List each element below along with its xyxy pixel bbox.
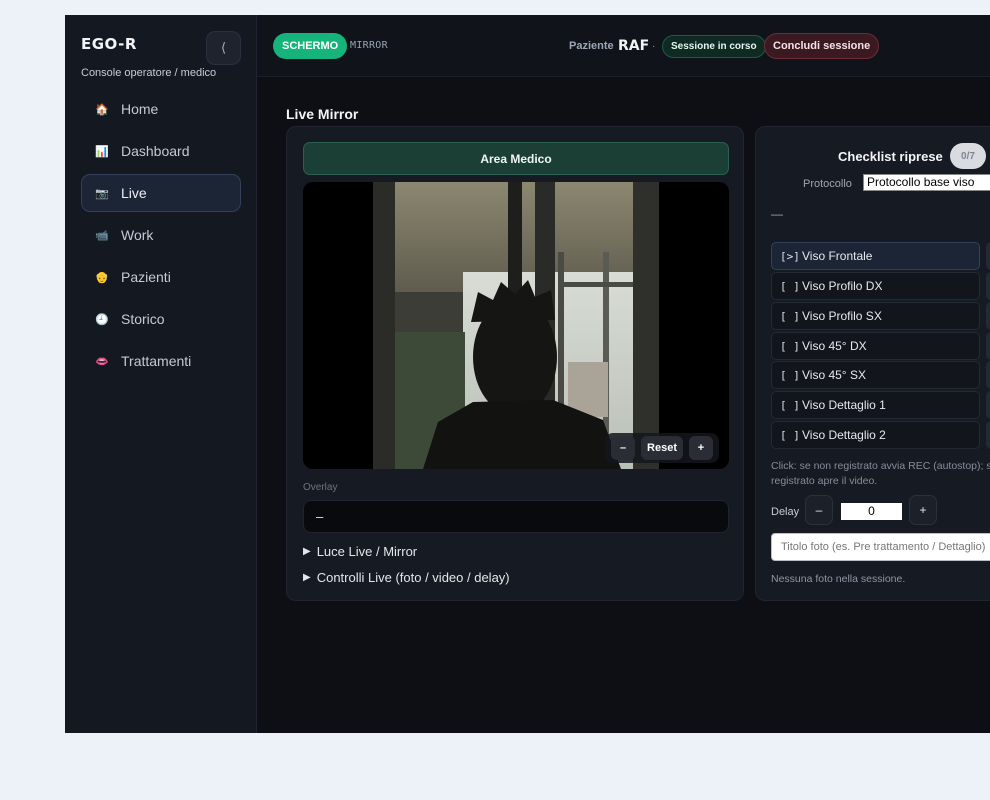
sidebar-item-label: Work	[121, 227, 154, 243]
session-status-badge: Sessione in corso	[662, 35, 766, 58]
camera-frame-image	[303, 182, 729, 469]
protocol-description: —	[771, 207, 783, 221]
mirror-mode-button[interactable]: MIRROR	[350, 40, 388, 51]
zoom-in-button[interactable]: +	[689, 436, 713, 460]
clock-icon: 🕘	[95, 313, 109, 326]
chart-icon: 📊	[95, 145, 109, 158]
shot-action-button[interactable]	[986, 391, 990, 419]
brand-subtitle: Console operatore / medico	[81, 67, 217, 79]
video-camera-icon: 📹	[95, 229, 109, 242]
screen-mode-button[interactable]: SCHERMO	[273, 33, 348, 59]
shot-action-button[interactable]	[986, 272, 990, 300]
zoom-controls: – Reset +	[605, 433, 719, 463]
shot-status: [ ]	[780, 398, 800, 412]
sidebar-item-work[interactable]: 📹 Work	[81, 216, 241, 254]
shot-label: Viso 45° SX	[802, 368, 866, 382]
shot-item[interactable]: [ ] Viso Dettaglio 1	[771, 391, 980, 419]
end-session-button[interactable]: Concludi sessione	[764, 33, 880, 59]
home-icon: 🏠	[95, 103, 109, 116]
shot-status: [ ]	[780, 339, 800, 353]
sidebar-item-label: Pazienti	[121, 269, 171, 285]
sidebar-item-dashboard[interactable]: 📊 Dashboard	[81, 132, 241, 170]
shot-action-button[interactable]	[986, 302, 990, 330]
disclosure-label: Luce Live / Mirror	[316, 544, 418, 559]
sidebar-item-storico[interactable]: 🕘 Storico	[81, 300, 241, 338]
delay-decrease-button[interactable]: –	[805, 495, 833, 525]
app-window: EGO-R Console operatore / medico ⟨ 🏠 Hom…	[65, 15, 990, 733]
shot-label: Viso Profilo DX	[802, 279, 883, 293]
sidebar-item-pazienti[interactable]: 👴 Pazienti	[81, 258, 241, 296]
shot-item[interactable]: [ ] Viso Profilo DX	[771, 272, 980, 300]
live-controls-disclosure[interactable]: ▶ Controlli Live (foto / video / delay)	[303, 570, 510, 585]
shot-status: [>]	[780, 249, 800, 263]
main-content: SCHERMO MIRROR Paziente RAF · Sessione i…	[257, 15, 990, 733]
triangle-right-icon: ▶	[303, 546, 311, 557]
checklist-title: Checklist riprese	[838, 149, 943, 164]
zoom-reset-button[interactable]: Reset	[641, 436, 683, 460]
shot-action-button[interactable]	[986, 421, 990, 449]
checklist-progress-badge: 0/7	[950, 143, 986, 169]
shot-item[interactable]: [>] Viso Frontale	[771, 242, 980, 270]
sidebar-nav: 🏠 Home 📊 Dashboard 📷 Live 📹 Work 👴 Pazie…	[81, 90, 241, 384]
sidebar-item-home[interactable]: 🏠 Home	[81, 90, 241, 128]
light-mirror-disclosure[interactable]: ▶ Luce Live / Mirror	[303, 544, 417, 559]
shot-item[interactable]: [ ] Viso Dettaglio 2	[771, 421, 980, 449]
shot-label: Viso Dettaglio 1	[802, 398, 886, 412]
no-photos-message: Nessuna foto nella sessione.	[771, 573, 906, 585]
checklist-hint: Click: se non registrato avvia REC (auto…	[771, 460, 990, 487]
live-video-feed[interactable]: – Reset +	[303, 182, 729, 469]
shot-status: [ ]	[780, 279, 800, 293]
live-mirror-card: Area Medico – Reset + Overlay – ▶ Luce L…	[286, 126, 744, 601]
lips-icon: 👄	[95, 355, 109, 368]
shot-label: Viso Profilo SX	[802, 309, 882, 323]
sidebar-item-label: Trattamenti	[121, 353, 192, 369]
overlay-select[interactable]: –	[303, 500, 729, 533]
brand-name: EGO-R	[81, 35, 137, 53]
shot-label: Viso 45° DX	[802, 339, 867, 353]
sidebar-item-live[interactable]: 📷 Live	[81, 174, 241, 212]
person-icon: 👴	[95, 271, 109, 284]
shot-status: [ ]	[780, 309, 800, 323]
chevron-left-icon: ⟨	[220, 40, 227, 55]
zoom-out-button[interactable]: –	[611, 436, 636, 460]
shot-label: Viso Dettaglio 2	[802, 428, 886, 442]
page-title: Live Mirror	[286, 106, 359, 122]
area-medico-button[interactable]: Area Medico	[303, 142, 729, 175]
patient-name: RAF	[618, 38, 650, 54]
shot-item[interactable]: [ ] Viso 45° SX	[771, 361, 980, 389]
triangle-right-icon: ▶	[303, 572, 311, 583]
sidebar-item-label: Live	[121, 185, 147, 201]
shot-action-button[interactable]	[986, 242, 990, 270]
shot-item[interactable]: [ ] Viso Profilo SX	[771, 302, 980, 330]
sidebar-item-trattamenti[interactable]: 👄 Trattamenti	[81, 342, 241, 380]
separator-dot: ·	[652, 41, 656, 52]
sidebar-item-label: Home	[121, 101, 159, 117]
delay-label: Delay	[771, 506, 800, 518]
shot-item[interactable]: [ ] Viso 45° DX	[771, 332, 980, 360]
checklist-card: Checklist riprese 0/7 Protocollo Protoco…	[755, 126, 990, 601]
protocol-select[interactable]: Protocollo base viso	[863, 174, 990, 191]
sidebar: EGO-R Console operatore / medico ⟨ 🏠 Hom…	[65, 15, 257, 733]
sidebar-item-label: Storico	[121, 311, 165, 327]
delay-increase-button[interactable]: +	[909, 495, 937, 525]
shot-label: Viso Frontale	[802, 249, 873, 263]
overlay-label: Overlay	[303, 482, 338, 493]
protocol-label: Protocollo	[803, 178, 852, 190]
photo-title-input[interactable]: Titolo foto (es. Pre trattamento / Detta…	[771, 533, 990, 561]
shot-action-button[interactable]	[986, 361, 990, 389]
disclosure-label: Controlli Live (foto / video / delay)	[316, 570, 510, 585]
topbar: SCHERMO MIRROR Paziente RAF · Sessione i…	[257, 15, 990, 77]
patient-label: Paziente	[569, 40, 614, 52]
camera-icon: 📷	[95, 187, 109, 200]
shot-action-button[interactable]	[986, 332, 990, 360]
sidebar-item-label: Dashboard	[121, 143, 190, 159]
collapse-sidebar-button[interactable]: ⟨	[206, 31, 241, 65]
delay-input[interactable]: 0	[841, 503, 902, 520]
shot-status: [ ]	[780, 428, 800, 442]
shot-status: [ ]	[780, 368, 800, 382]
